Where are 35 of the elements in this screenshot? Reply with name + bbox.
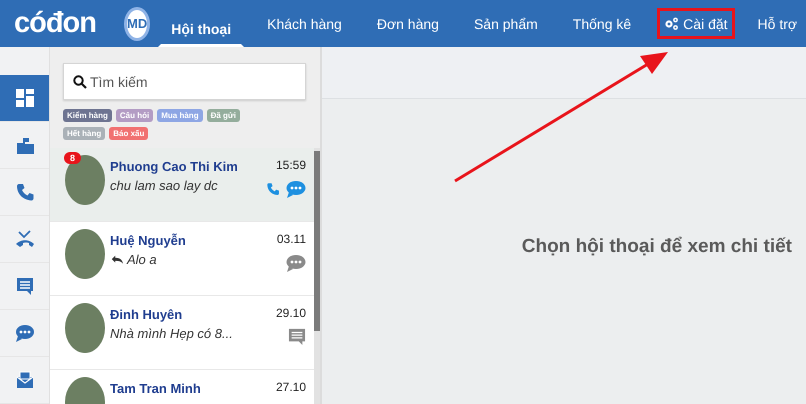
avatar-placeholder	[65, 303, 105, 353]
nav-tab[interactable]: Hỗ trợ	[754, 8, 800, 39]
nav-tab[interactable]: Sản phẩm	[470, 8, 541, 39]
avatar-placeholder	[65, 229, 105, 279]
empty-state-message: Chọn hội thoại để xem chi tiết	[522, 236, 792, 258]
dashboard-icon	[14, 87, 36, 109]
missed-call-icon	[14, 228, 36, 250]
nav-tab[interactable]: Khách hàng	[264, 8, 345, 39]
contact-name: Huệ Nguyễn	[110, 233, 187, 248]
sidebar-item[interactable]	[0, 75, 49, 122]
contact-name: Tam Tran Minh	[110, 381, 202, 396]
chat-bubble-icon	[14, 322, 36, 344]
avatar-placeholder	[65, 155, 105, 205]
search-field[interactable]: Tìm kiếm	[63, 63, 306, 100]
contact-name: Đinh Huyên	[110, 307, 184, 322]
contact-name: Phuong Cao Thi Kim	[110, 159, 239, 174]
unread-count: 8	[64, 152, 82, 164]
conversation-item[interactable]: 8 Phuong Cao Thi Kim chu lam sao lay dc 15:59	[50, 148, 314, 222]
timestamp: 27.10	[276, 380, 306, 394]
tag[interactable]: Kiểm hàng	[63, 109, 112, 122]
account-avatar[interactable]: MD	[124, 6, 150, 40]
search-icon	[73, 75, 87, 89]
nav-tab[interactable]: Thống kê	[570, 8, 634, 39]
message-preview: chu lam sao lay dc	[110, 178, 218, 193]
gears-icon	[664, 16, 680, 31]
timestamp: 03.11	[276, 232, 306, 246]
tag[interactable]: Báo xấu	[109, 127, 148, 140]
timestamp: 15:59	[276, 158, 306, 172]
scrollbar[interactable]	[314, 148, 320, 404]
message-preview: Alo a	[127, 252, 157, 267]
timestamp: 29.10	[276, 306, 306, 320]
message-preview: Nhà mình Hẹp có 8...	[110, 326, 233, 341]
nav-tab[interactable]: Đơn hàng	[374, 8, 442, 39]
nav-tab[interactable]: Cài đặt	[657, 8, 735, 39]
logo[interactable]: cóđon	[14, 7, 96, 40]
